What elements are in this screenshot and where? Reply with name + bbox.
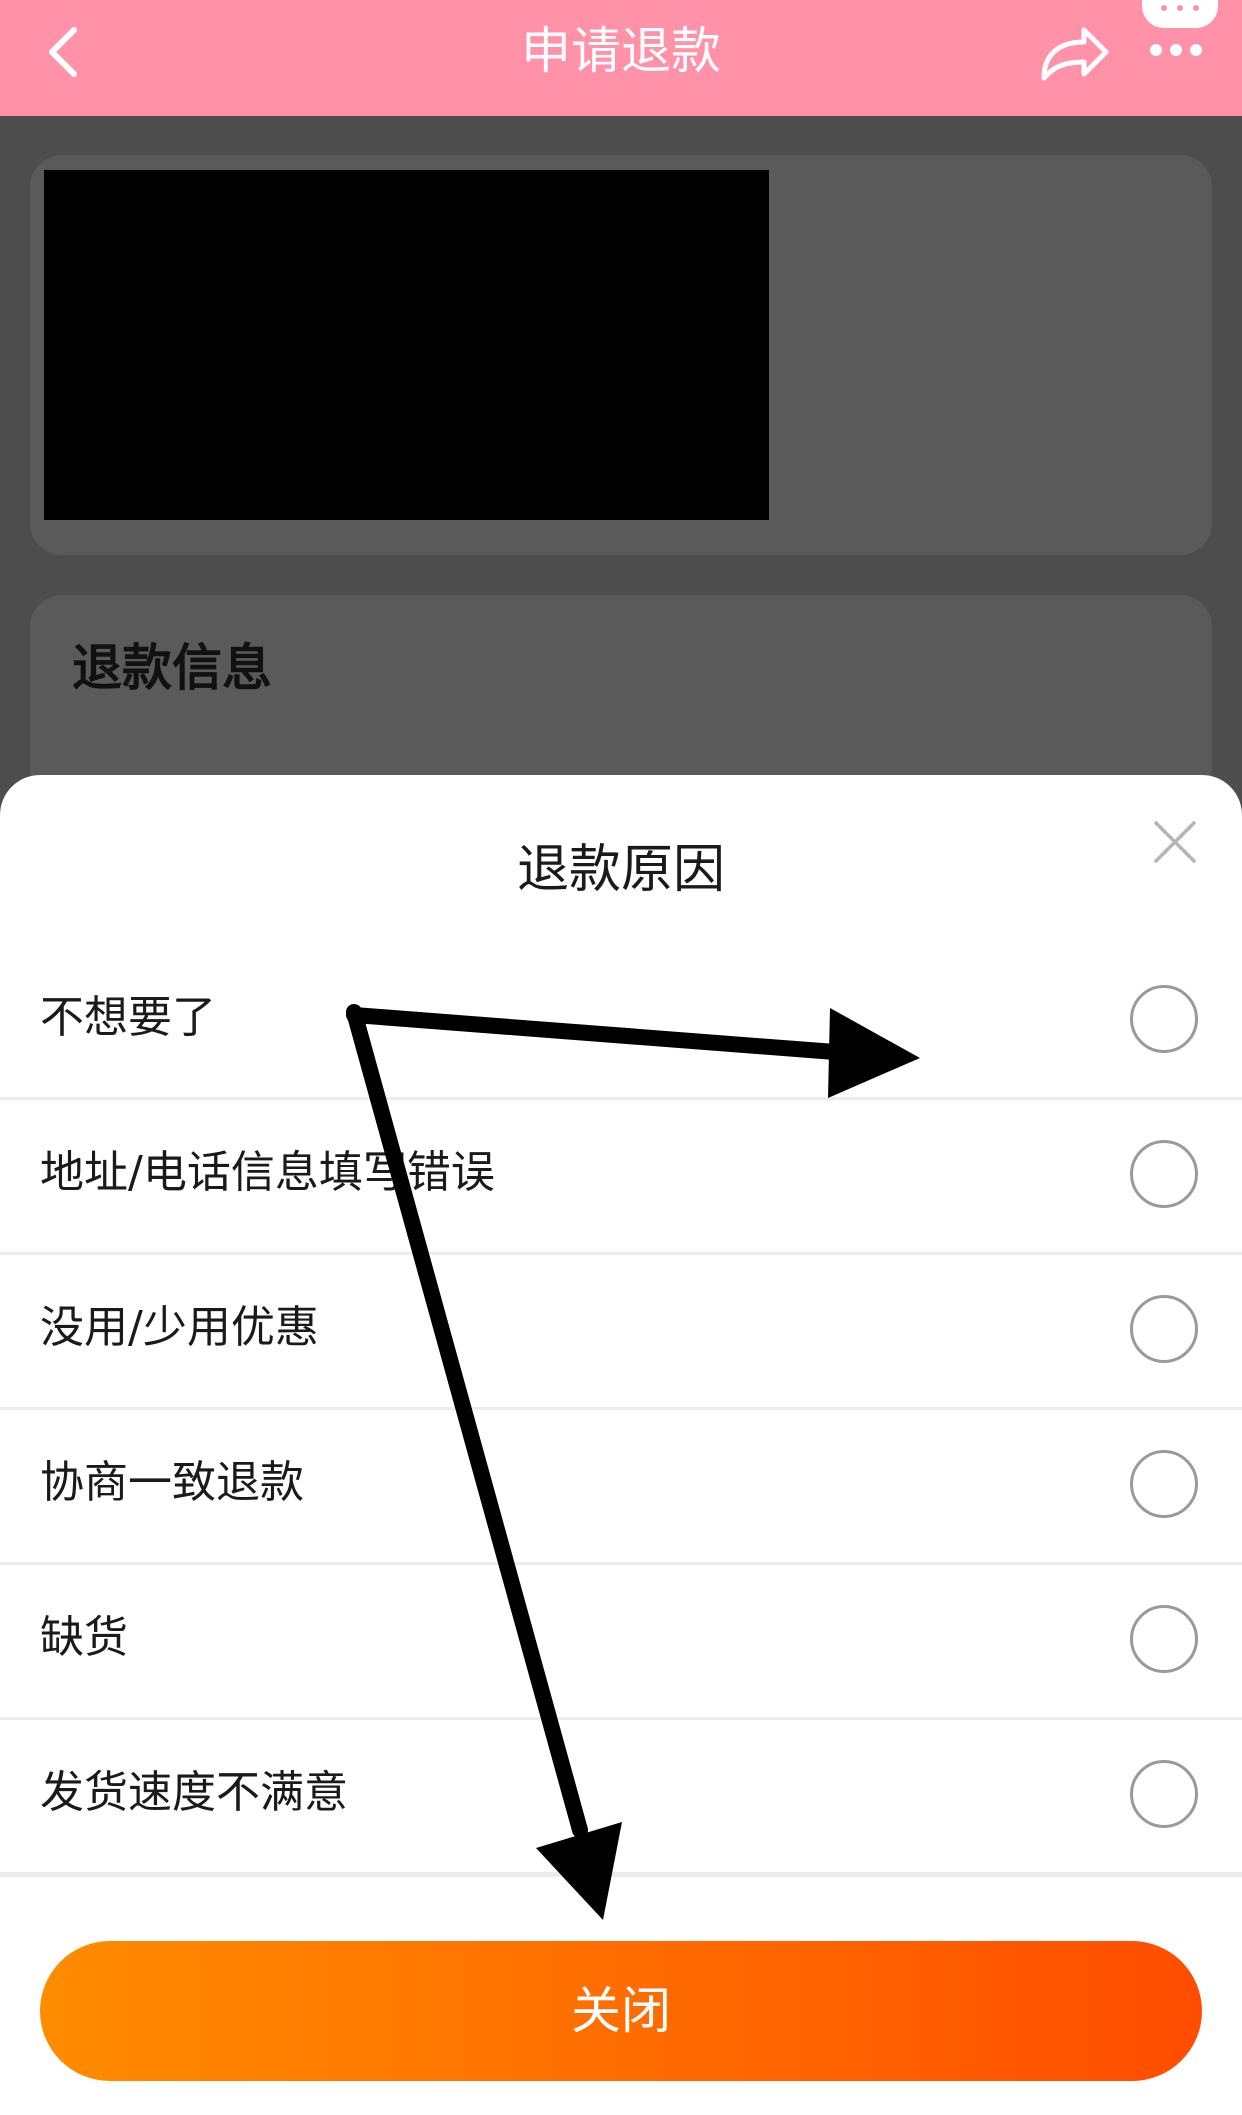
reason-row-3[interactable]: 没用/少用优惠 [0,1256,1242,1410]
reason-label: 协商一致退款 [40,1457,304,1508]
product-image [44,170,769,520]
reason-label: 不想要了 [40,992,216,1043]
radio-button[interactable] [1130,1605,1198,1673]
radio-button[interactable] [1130,1760,1198,1828]
radio-button[interactable] [1130,985,1198,1053]
top-nav-bar: 申请退款 [0,0,1242,116]
reason-label: 发货速度不满意 [40,1767,348,1818]
radio-button[interactable] [1130,1140,1198,1208]
reason-label: 缺货 [40,1612,128,1663]
reason-row-2[interactable]: 地址/电话信息填写错误 [0,1101,1242,1255]
close-button[interactable]: 关闭 [40,1941,1202,2081]
sheet-title: 退款原因 [516,840,725,900]
more-icon[interactable] [1138,0,1222,66]
refund-info-title: 退款信息 [72,639,272,697]
radio-button[interactable] [1130,1450,1198,1518]
reason-row-1[interactable]: 不想要了 [0,946,1242,1100]
share-icon[interactable] [1036,18,1112,88]
reason-row-4[interactable]: 协商一致退款 [0,1411,1242,1565]
reason-row-6[interactable]: 发货速度不满意 [0,1721,1242,1875]
radio-button[interactable] [1130,1295,1198,1363]
reason-label: 没用/少用优惠 [40,1302,319,1353]
close-icon[interactable] [1152,819,1198,865]
reason-row-5[interactable]: 缺货 [0,1566,1242,1720]
refund-page: 申请退款 退款信息 退款原因 不想要了 地址/电话信息填写错误 没用/少用优惠 … [0,0,1242,2115]
reason-label: 地址/电话信息填写错误 [40,1147,495,1198]
